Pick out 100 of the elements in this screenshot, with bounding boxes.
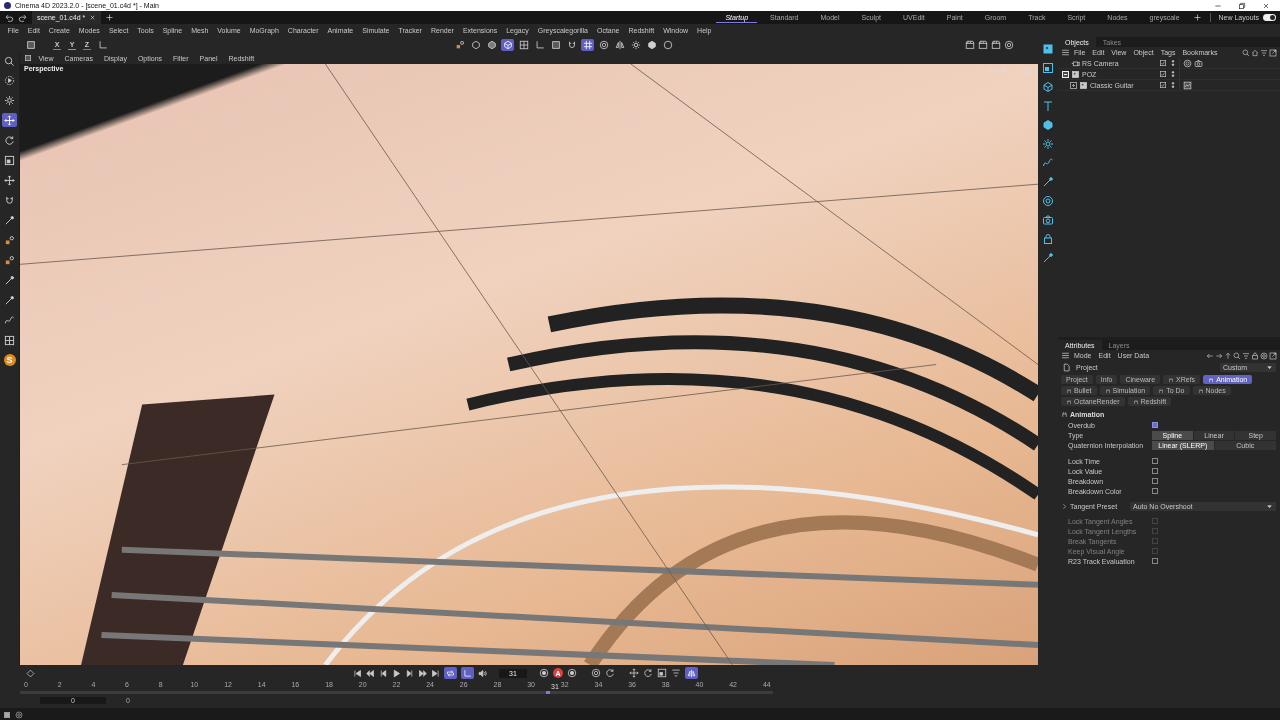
- scale-icon[interactable]: [657, 668, 667, 678]
- chevron-right-icon[interactable]: [1060, 502, 1068, 510]
- settings-icon[interactable]: [1042, 138, 1054, 150]
- settings-icon[interactable]: [630, 39, 641, 50]
- restore-icon[interactable]: [1238, 1, 1246, 10]
- filter-icon[interactable]: [1242, 351, 1250, 360]
- rotate-icon[interactable]: [4, 134, 15, 146]
- target-icon[interactable]: [591, 668, 601, 678]
- cube-icon[interactable]: [1042, 81, 1054, 93]
- pen-icon[interactable]: [1042, 176, 1054, 188]
- points-icon[interactable]: [4, 234, 15, 246]
- points-icon[interactable]: [4, 254, 15, 266]
- checker-icon[interactable]: [518, 39, 529, 50]
- symmetry-icon[interactable]: [614, 39, 625, 50]
- settings-icon[interactable]: [4, 94, 15, 106]
- spline-icon[interactable]: [1042, 157, 1054, 169]
- next-frame-icon[interactable]: [405, 668, 414, 678]
- last-frame-icon[interactable]: [431, 668, 440, 678]
- checkbox[interactable]: [1152, 422, 1158, 428]
- menu-icon[interactable]: [1061, 48, 1070, 57]
- speaker-icon[interactable]: [478, 668, 487, 678]
- pen-icon[interactable]: [4, 294, 15, 306]
- play-icon[interactable]: [392, 668, 401, 678]
- playhead[interactable]: [546, 691, 551, 694]
- checkbox[interactable]: [1152, 468, 1158, 474]
- filter-icon[interactable]: [671, 668, 681, 678]
- menu-icon[interactable]: [1061, 351, 1070, 360]
- previous-key-icon[interactable]: [366, 668, 375, 678]
- edge-mode-icon[interactable]: [470, 39, 481, 50]
- pen-icon[interactable]: [1042, 252, 1054, 264]
- close-icon[interactable]: [1262, 1, 1270, 10]
- points-icon[interactable]: [454, 39, 465, 50]
- pen-icon[interactable]: [4, 274, 15, 286]
- undo-icon[interactable]: [4, 12, 14, 23]
- lock-icon[interactable]: [1042, 233, 1054, 245]
- previous-frame-icon[interactable]: [379, 668, 388, 678]
- first-frame-icon[interactable]: [353, 668, 362, 678]
- expand-icon[interactable]: [1269, 351, 1277, 360]
- next-key-icon[interactable]: [418, 668, 427, 678]
- axis-icon[interactable]: [463, 668, 472, 678]
- enabled-check-icon[interactable]: [1159, 59, 1167, 67]
- material-tag-icon[interactable]: [1183, 80, 1192, 90]
- target-icon[interactable]: [1004, 39, 1014, 50]
- close-icon[interactable]: [89, 14, 97, 21]
- target-icon[interactable]: [1042, 195, 1054, 207]
- checkbox[interactable]: [1152, 458, 1158, 464]
- search-icon[interactable]: [1242, 48, 1250, 57]
- target-icon[interactable]: [598, 39, 609, 50]
- hexagon-icon[interactable]: [1042, 119, 1054, 131]
- redo-icon[interactable]: [18, 12, 28, 23]
- search-icon[interactable]: [1233, 351, 1241, 360]
- enabled-check-icon[interactable]: [1159, 70, 1167, 78]
- toggle-switch[interactable]: [1263, 14, 1276, 21]
- live-select-icon[interactable]: [4, 74, 15, 86]
- camera-icon[interactable]: [1194, 58, 1203, 68]
- checkbox[interactable]: [1152, 488, 1158, 494]
- grid-snap-icon[interactable]: [582, 39, 593, 50]
- checker-icon[interactable]: [4, 334, 15, 346]
- target-icon[interactable]: [1260, 351, 1268, 360]
- rotate-icon[interactable]: [643, 668, 653, 678]
- axis-icon[interactable]: [97, 39, 108, 50]
- scale-icon[interactable]: [4, 154, 15, 166]
- spline-icon[interactable]: [4, 314, 15, 326]
- lock-icon[interactable]: [1251, 351, 1259, 360]
- visibility-dots-icon[interactable]: [1169, 81, 1177, 89]
- scale-icon[interactable]: [1042, 62, 1054, 74]
- axis-icon[interactable]: [534, 39, 545, 50]
- expand-icon[interactable]: [1269, 48, 1277, 57]
- visibility-dots-icon[interactable]: [1169, 70, 1177, 78]
- visibility-dots-icon[interactable]: [1169, 59, 1177, 67]
- expand-toggle[interactable]: [1070, 81, 1077, 89]
- plus-icon[interactable]: [1192, 13, 1202, 22]
- loop-icon[interactable]: [446, 668, 455, 678]
- camera-icon[interactable]: [1042, 214, 1054, 226]
- back-arrow-icon[interactable]: [1206, 351, 1214, 360]
- clapperboard-icon[interactable]: [965, 39, 975, 50]
- move-icon[interactable]: [4, 174, 15, 186]
- circle-icon[interactable]: [662, 39, 673, 50]
- null-object-icon[interactable]: [1042, 43, 1054, 55]
- keyframe-icon[interactable]: [26, 668, 35, 678]
- clapperboard-icon[interactable]: [978, 39, 988, 50]
- filter-icon[interactable]: [1260, 48, 1268, 57]
- enabled-check-icon[interactable]: [1159, 81, 1167, 89]
- forward-arrow-icon[interactable]: [1215, 351, 1223, 360]
- up-arrow-icon[interactable]: [1224, 351, 1232, 360]
- rotate-icon[interactable]: [605, 668, 615, 678]
- home-icon[interactable]: [1251, 48, 1259, 57]
- record-icon[interactable]: [539, 668, 549, 678]
- checkbox[interactable]: [1152, 558, 1158, 564]
- record-icon[interactable]: [567, 668, 577, 678]
- checkbox[interactable]: [1152, 478, 1158, 484]
- search-icon[interactable]: [4, 56, 15, 67]
- polygon-mode-icon[interactable]: [486, 39, 497, 50]
- hexagon-icon[interactable]: [646, 39, 657, 50]
- text-icon[interactable]: [1042, 100, 1054, 112]
- clapperboard-icon[interactable]: [991, 39, 1001, 50]
- target-icon[interactable]: [1183, 58, 1192, 68]
- magnet-icon[interactable]: [4, 194, 15, 206]
- plus-icon[interactable]: [105, 13, 115, 22]
- pen-icon[interactable]: [4, 214, 15, 226]
